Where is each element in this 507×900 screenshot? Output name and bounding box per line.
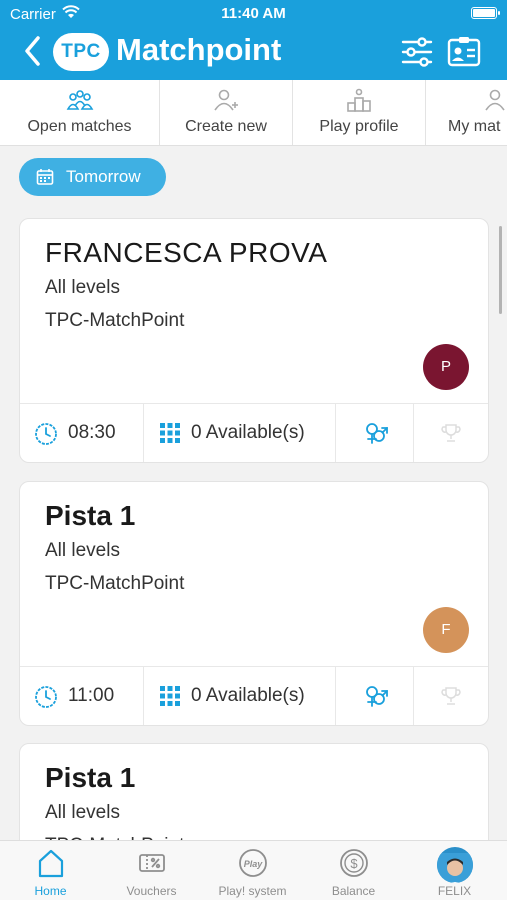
nav-label: Vouchers [126, 884, 177, 898]
match-title: FRANCESCA PROVA [45, 237, 328, 268]
match-title: Pista 1 [45, 762, 136, 793]
player-avatar[interactable]: P [423, 344, 469, 390]
play-system-icon: Play [238, 849, 267, 877]
clock-icon [35, 423, 57, 445]
voucher-icon [138, 854, 165, 872]
match-level: All levels [45, 802, 120, 823]
bottom-tab-bar: Home Vouchers Play Play! system $ Balanc… [0, 840, 507, 900]
match-time: 11:00 [68, 685, 115, 706]
nav-profile[interactable]: FELIX [404, 841, 505, 900]
nav-balance[interactable]: $ Balance [303, 841, 404, 900]
match-time: 08:30 [68, 422, 116, 443]
nav-label: Home [34, 884, 67, 898]
tab-play-profile[interactable]: Play profile [293, 80, 426, 145]
tab-label: Open matches [27, 118, 132, 135]
back-chevron-icon[interactable] [20, 34, 46, 68]
status-bar: Carrier 11:40 AM [0, 0, 507, 28]
availability-cell: 0 Available(s) [144, 667, 336, 725]
trophy-icon [441, 687, 461, 705]
tpc-logo: TPC [53, 33, 109, 71]
tab-my-matches[interactable]: My mat [426, 80, 507, 145]
tab-label: Create new [185, 118, 267, 135]
player-avatar[interactable]: F [423, 607, 469, 653]
match-footer: 08:30 0 Available(s) [20, 403, 488, 462]
nav-bar: TPC Matchpoint [0, 28, 507, 78]
date-filter-button[interactable]: Tomorrow [19, 158, 166, 196]
match-title: Pista 1 [45, 500, 136, 531]
tab-create-new[interactable]: Create new [160, 80, 293, 145]
user-avatar [436, 847, 473, 883]
gender-icon [366, 686, 388, 707]
balance-icon: $ [339, 849, 368, 877]
id-card-icon[interactable] [446, 35, 482, 69]
grid-icon [160, 423, 180, 443]
calendar-icon [36, 169, 54, 185]
match-card[interactable]: Pista 1 All levels TPC-MatchPoint F 11:0… [19, 481, 489, 726]
available-count: 0 Available(s) [191, 422, 305, 443]
tab-open-matches[interactable]: Open matches [0, 80, 160, 145]
nav-label: FELIX [437, 884, 472, 898]
gender-button[interactable] [336, 404, 414, 462]
match-club: TPC-MatchPoint [45, 310, 185, 331]
svg-text:$: $ [350, 856, 358, 871]
gender-icon [366, 423, 388, 444]
gender-button[interactable] [336, 667, 414, 725]
grid-icon [160, 686, 180, 706]
clock-icon [35, 686, 57, 708]
match-time-cell: 08:30 [20, 404, 144, 462]
trophy-cell [414, 404, 488, 462]
page-title: Matchpoint [116, 32, 282, 67]
date-filter-label: Tomorrow [66, 167, 141, 186]
trophy-cell [414, 667, 488, 725]
group-icon [66, 90, 93, 110]
nav-home[interactable]: Home [0, 841, 101, 900]
match-club: TPC-MatchPoint [45, 573, 185, 594]
nav-vouchers[interactable]: Vouchers [101, 841, 202, 900]
match-time-cell: 11:00 [20, 667, 144, 725]
clock: 11:40 AM [221, 5, 286, 22]
scrollbar[interactable] [499, 226, 502, 314]
nav-play-system[interactable]: Play Play! system [202, 841, 303, 900]
app-header: Carrier 11:40 AM TPC Matchpoint [0, 0, 507, 80]
svg-text:Play: Play [243, 859, 263, 869]
battery-icon [471, 7, 500, 19]
tab-label: My mat [448, 118, 501, 135]
nav-label: Balance [331, 884, 376, 898]
section-tabs: Open matches Create new Play profile My … [0, 80, 507, 146]
podium-icon [347, 88, 371, 112]
filter-sliders-icon[interactable] [400, 35, 434, 69]
match-card[interactable]: FRANCESCA PROVA All levels TPC-MatchPoin… [19, 218, 489, 463]
tab-label: Play profile [319, 118, 399, 135]
nav-label: Play! system [218, 884, 287, 898]
add-user-icon [214, 89, 238, 111]
availability-cell: 0 Available(s) [144, 404, 336, 462]
match-level: All levels [45, 540, 120, 561]
user-icon [485, 89, 505, 111]
available-count: 0 Available(s) [191, 685, 305, 706]
match-level: All levels [45, 277, 120, 298]
home-icon [38, 849, 63, 878]
match-footer: 11:00 0 Available(s) [20, 666, 488, 725]
trophy-icon [441, 424, 461, 442]
